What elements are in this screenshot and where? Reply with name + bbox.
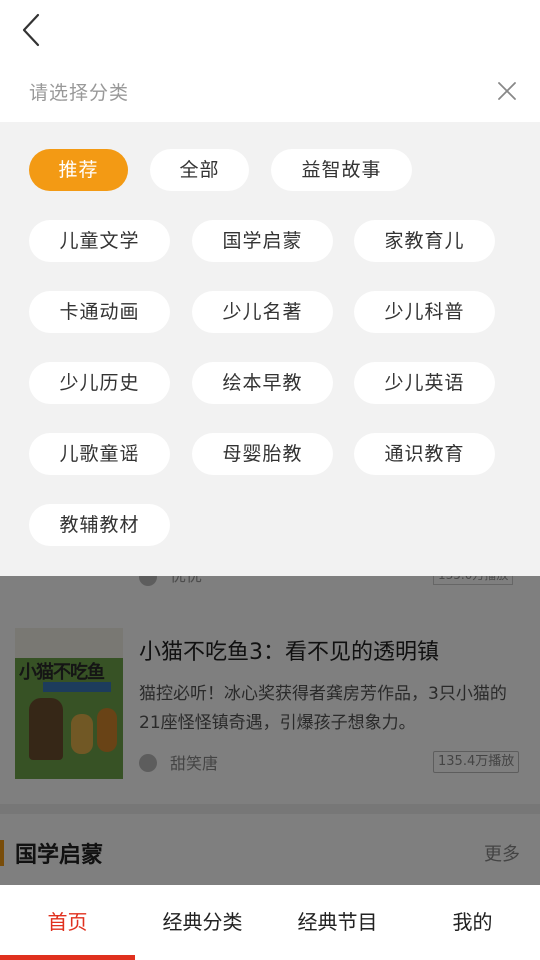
bottom-tab-bar: 首页 经典分类 经典节目 我的 [0,885,540,960]
category-chip[interactable]: 推荐 [29,149,128,191]
filter-title: 请选择分类 [29,82,130,104]
category-chip[interactable]: 绘本早教 [192,362,333,404]
tab-classic-categories[interactable]: 经典分类 [135,885,270,960]
category-chip[interactable]: 国学启蒙 [192,220,333,262]
category-chip[interactable]: 少儿英语 [354,362,495,404]
category-chip[interactable]: 卡通动画 [29,291,170,333]
category-chip[interactable]: 少儿科普 [354,291,495,333]
category-chip[interactable]: 益智故事 [271,149,412,191]
category-chip[interactable]: 少儿历史 [29,362,170,404]
filter-header: 请选择分类 [0,62,540,122]
dim-overlay[interactable] [0,576,540,885]
category-chip[interactable]: 母婴胎教 [192,433,333,475]
category-chip[interactable]: 少儿名著 [192,291,333,333]
category-chip[interactable]: 家教育儿 [354,220,495,262]
category-chip[interactable]: 教辅教材 [29,504,170,546]
category-panel: 推荐 全部 益智故事 儿童文学 国学启蒙 家教育儿 卡通动画 少儿名著 少儿科普… [0,122,540,576]
tab-home[interactable]: 首页 [0,885,135,960]
top-bar [0,0,540,62]
chevron-left-icon [22,13,40,47]
category-chip[interactable]: 通识教育 [354,433,495,475]
tab-mine[interactable]: 我的 [405,885,540,960]
close-filter-button[interactable] [492,76,522,106]
active-tab-indicator [0,955,135,960]
close-icon [498,82,516,100]
category-chip[interactable]: 儿童文学 [29,220,170,262]
category-chip[interactable]: 儿歌童谣 [29,433,170,475]
back-button[interactable] [14,10,54,50]
category-chip[interactable]: 全部 [150,149,249,191]
tab-classic-programs[interactable]: 经典节目 [270,885,405,960]
